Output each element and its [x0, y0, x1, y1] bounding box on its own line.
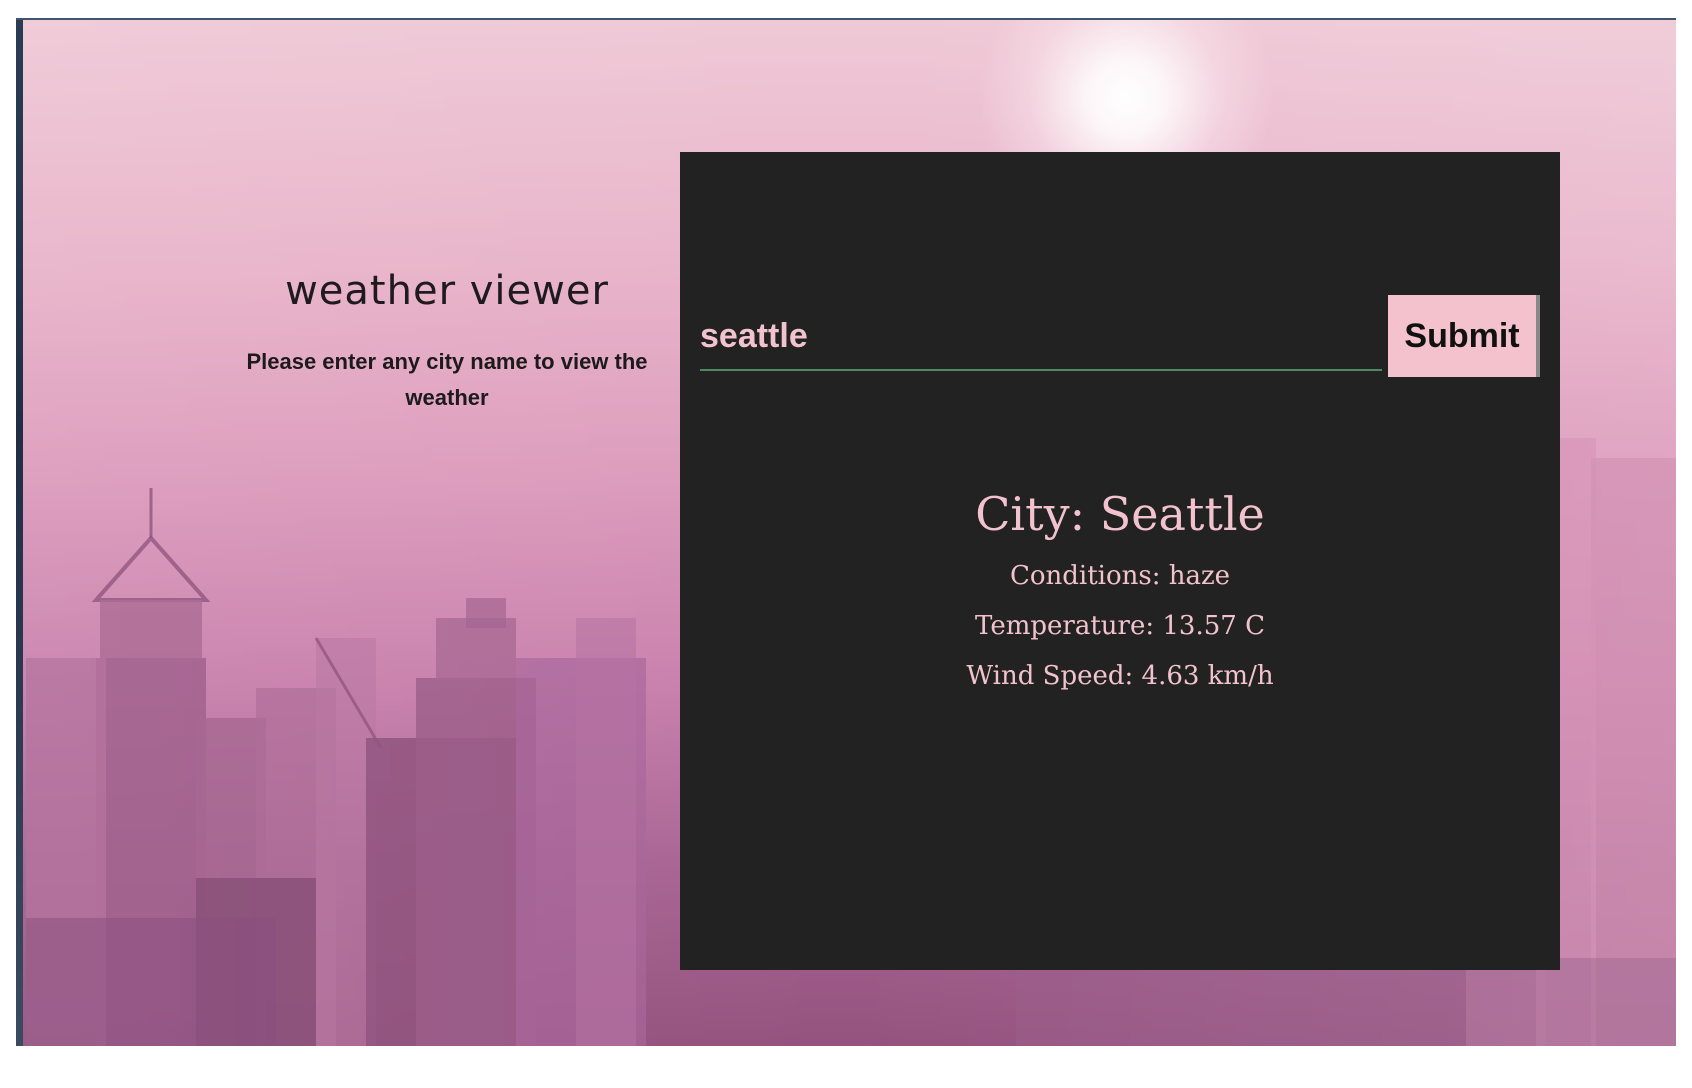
- conditions-text: Conditions: haze: [1009, 561, 1231, 591]
- app-title: weather viewer: [285, 268, 609, 314]
- city-input[interactable]: [700, 303, 1382, 371]
- app-window: weather viewer Please enter any city nam…: [16, 18, 1676, 1046]
- window-top-edge: [16, 18, 1676, 20]
- app-description: Please enter any city name to view the w…: [246, 349, 648, 410]
- intro-section: weather viewer Please enter any city nam…: [212, 268, 682, 416]
- search-form: Submit: [700, 295, 1541, 379]
- temperature-text: Temperature: 13.57 C: [975, 611, 1265, 641]
- weather-result: City: Seattle Conditions: haze Temperatu…: [680, 487, 1560, 711]
- window-edge: [16, 18, 23, 1046]
- weather-card: Submit City: Seattle Conditions: haze Te…: [680, 152, 1560, 970]
- submit-button[interactable]: Submit: [1388, 295, 1540, 377]
- wind-speed-text: Wind Speed: 4.63 km/h: [966, 661, 1274, 691]
- city-name: City: Seattle: [975, 487, 1265, 541]
